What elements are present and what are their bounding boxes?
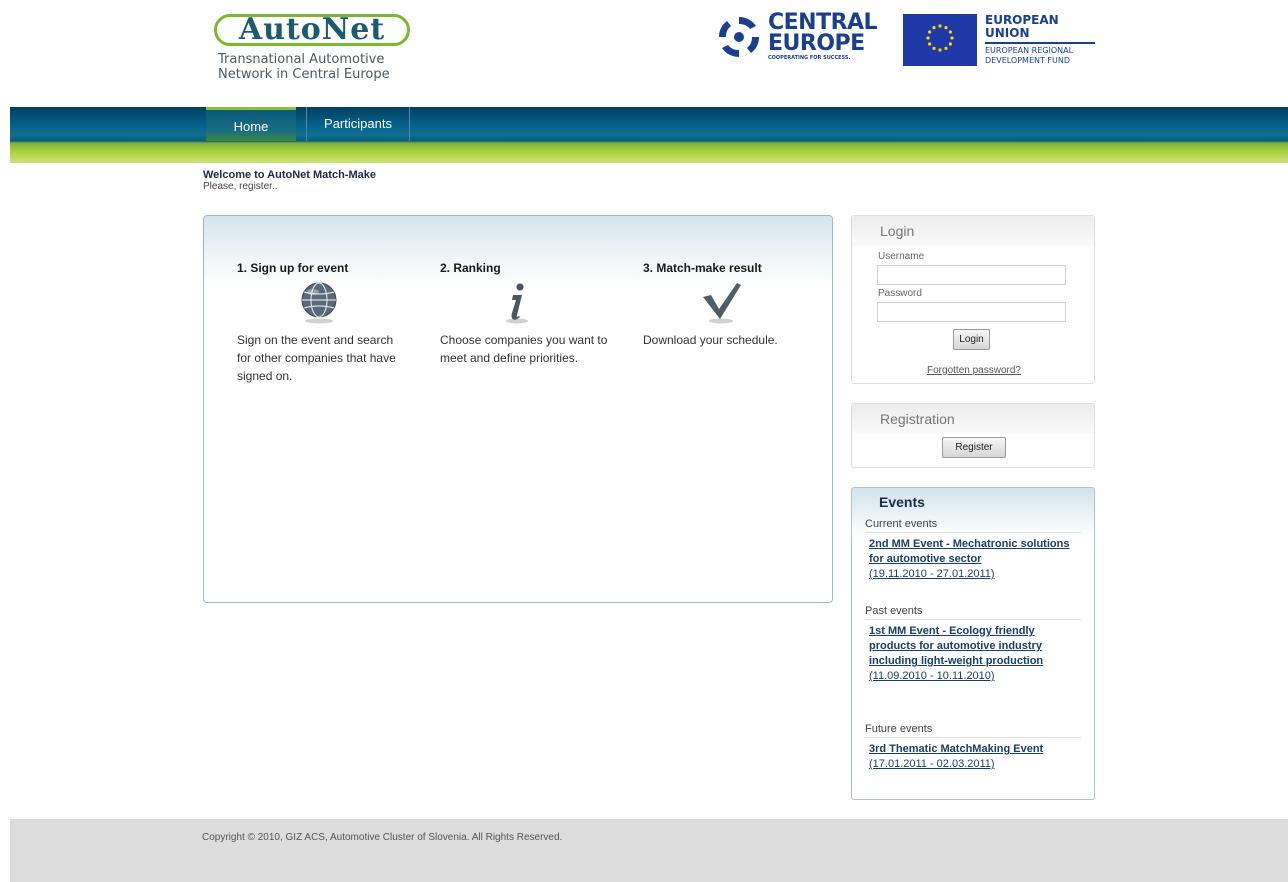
step-title: 2. Ranking <box>440 261 501 275</box>
registration-title: Registration <box>852 404 1094 434</box>
username-input[interactable] <box>877 265 1066 285</box>
login-title: Login <box>852 216 1094 246</box>
welcome-block: Welcome to AutoNet Match-Make Please, re… <box>203 169 376 192</box>
info-icon <box>506 283 528 324</box>
current-event-link[interactable]: 2nd MM Event - Mechatronic solutions for… <box>869 537 1081 567</box>
autonet-logo-badge: AutoNet <box>214 12 410 48</box>
events-title: Events <box>879 494 925 510</box>
forgot-password-link[interactable]: Forgotten password? <box>852 365 1096 376</box>
eu-flag-icon <box>903 14 977 66</box>
past-events-section: Past events 1st MM Event - Ecology frien… <box>865 605 1081 684</box>
tab-home[interactable]: Home <box>206 107 296 141</box>
current-events-label: Current events <box>865 518 1081 533</box>
welcome-subtitle: Please, register.. <box>203 181 278 192</box>
copyright-text: Copyright © 2010, GIZ ACS, Automotive Cl… <box>202 832 563 843</box>
step-sign-up: 1. Sign up for event Sign on the event a… <box>237 261 407 385</box>
step-description: Sign on the event and search for other c… <box>237 333 396 383</box>
current-event-dates[interactable]: (19.11.2010 - 27.01.2011) <box>869 567 1081 582</box>
register-button[interactable]: Register <box>942 437 1006 458</box>
logo-subtitle: Transnational Automotive Network in Cent… <box>218 52 414 82</box>
past-event-dates[interactable]: (11.09.2010 - 10.11.2010) <box>869 669 1081 684</box>
autonet-logo[interactable]: AutoNet Transnational Automotive Network… <box>214 12 414 92</box>
future-event-link[interactable]: 3rd Thematic MatchMaking Event <box>869 742 1081 757</box>
ce-line1: CENTRAL <box>768 10 878 35</box>
welcome-title: Welcome to AutoNet Match-Make <box>203 169 376 181</box>
logo-word: AutoNet <box>238 12 386 47</box>
login-box: Login Username Password Login Forgotten … <box>851 215 1095 384</box>
checkmark-icon <box>703 283 741 324</box>
eu-line1: EUROPEAN UNION <box>985 14 1095 44</box>
eu-fund-text: EUROPEAN UNION EUROPEAN REGIONAL DEVELOP… <box>985 14 1095 66</box>
current-events-section: Current events 2nd MM Event - Mechatroni… <box>865 518 1081 582</box>
future-events-section: Future events 3rd Thematic MatchMaking E… <box>865 723 1081 772</box>
central-europe-logo: CENTRAL EUROPE COOPERATING FOR SUCCESS. <box>716 10 888 66</box>
step-match-make-result: 3. Match-make result Download your sched… <box>643 261 813 349</box>
past-event-link[interactable]: 1st MM Event - Ecology friendly products… <box>869 624 1081 669</box>
step-description: Download your schedule. <box>643 333 778 347</box>
central-europe-text: CENTRAL EUROPE COOPERATING FOR SUCCESS. <box>768 10 878 62</box>
step-description: Choose companies you want to meet and de… <box>440 333 608 365</box>
past-events-label: Past events <box>865 605 1081 620</box>
future-event-dates[interactable]: (17.01.2011 - 02.03.2011) <box>869 757 1081 772</box>
main-nav: Home Participants <box>10 107 1288 163</box>
eu-line3: DEVELOPMENT FUND <box>985 56 1071 65</box>
tab-participants[interactable]: Participants <box>306 107 410 141</box>
site-header: AutoNet Transnational Automotive Network… <box>0 0 1288 107</box>
ce-line2: EUROPE <box>768 31 865 56</box>
login-button[interactable]: Login <box>953 329 990 350</box>
globe-icon <box>301 282 337 324</box>
username-label: Username <box>878 251 925 262</box>
step-ranking: 2. Ranking Choose companies you want to … <box>440 261 610 367</box>
future-events-label: Future events <box>865 723 1081 738</box>
central-europe-ring-icon <box>719 16 759 58</box>
logo-subtitle-line2: Network in Central Europe <box>218 67 390 82</box>
steps-panel: 1. Sign up for event Sign on the event a… <box>203 215 833 603</box>
eu-line2: EUROPEAN REGIONAL <box>985 46 1074 55</box>
events-box: Events Current events 2nd MM Event - Mec… <box>851 487 1095 800</box>
step-title: 3. Match-make result <box>643 261 762 275</box>
eu-stars-icon <box>926 24 954 52</box>
password-label: Password <box>878 288 922 299</box>
registration-box: Registration Register <box>851 403 1095 468</box>
password-input[interactable] <box>877 302 1066 322</box>
logo-subtitle-line1: Transnational Automotive <box>218 52 385 67</box>
site-footer: Copyright © 2010, GIZ ACS, Automotive Cl… <box>10 819 1288 882</box>
step-title: 1. Sign up for event <box>237 261 349 275</box>
